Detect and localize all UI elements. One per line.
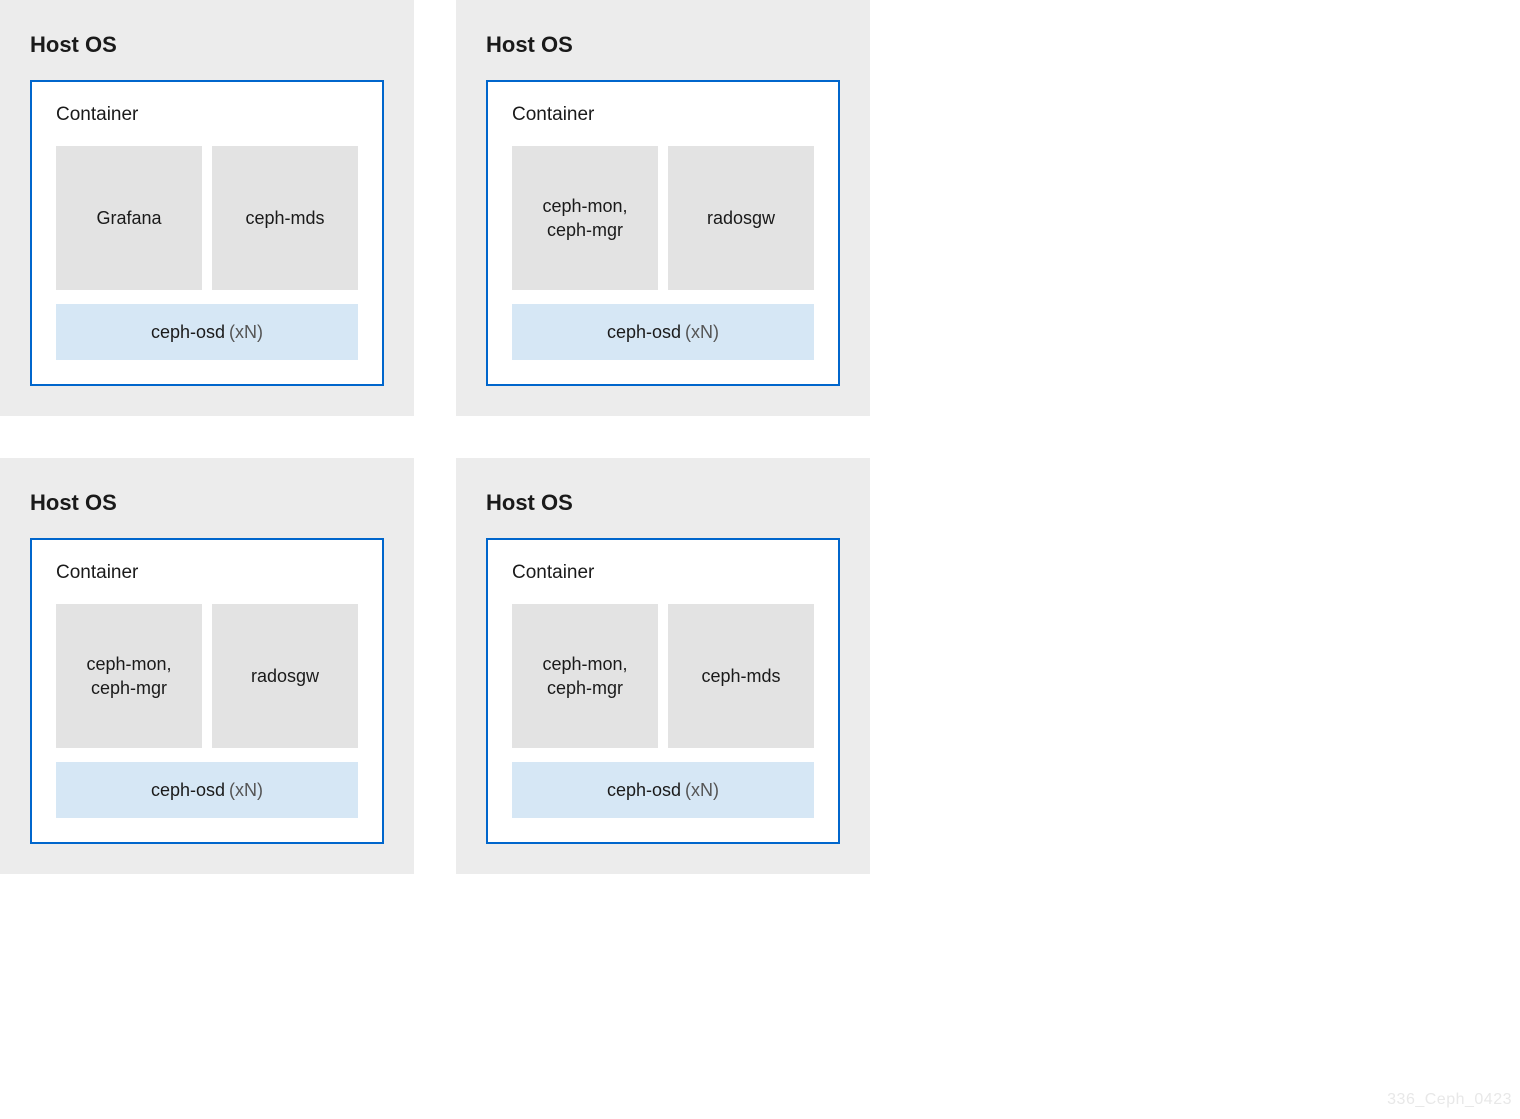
osd-label: ceph-osd bbox=[151, 780, 225, 801]
host-title: Host OS bbox=[30, 490, 384, 516]
container-box: Container ceph-mon,ceph-mgr radosgw ceph… bbox=[486, 80, 840, 386]
osd-label: ceph-osd bbox=[607, 780, 681, 801]
services-row: Grafana ceph-mds bbox=[56, 146, 358, 290]
service-box: ceph-mds bbox=[212, 146, 358, 290]
osd-label: ceph-osd bbox=[607, 322, 681, 343]
container-label: Container bbox=[512, 562, 814, 584]
osd-suffix: (xN) bbox=[229, 322, 263, 343]
services-row: ceph-mon,ceph-mgr radosgw bbox=[512, 146, 814, 290]
osd-suffix: (xN) bbox=[685, 780, 719, 801]
osd-suffix: (xN) bbox=[685, 322, 719, 343]
host-panel: Host OS Container ceph-mon,ceph-mgr rado… bbox=[456, 0, 870, 416]
host-title: Host OS bbox=[30, 32, 384, 58]
service-box: ceph-mon,ceph-mgr bbox=[56, 604, 202, 748]
osd-box: ceph-osd (xN) bbox=[512, 762, 814, 818]
osd-box: ceph-osd (xN) bbox=[56, 762, 358, 818]
watermark: 336_Ceph_0423 bbox=[1387, 1091, 1512, 1109]
osd-suffix: (xN) bbox=[229, 780, 263, 801]
service-box: ceph-mds bbox=[668, 604, 814, 748]
host-title: Host OS bbox=[486, 32, 840, 58]
host-panel: Host OS Container ceph-mon,ceph-mgr ceph… bbox=[456, 458, 870, 874]
service-box: ceph-mon,ceph-mgr bbox=[512, 146, 658, 290]
services-row: ceph-mon,ceph-mgr ceph-mds bbox=[512, 604, 814, 748]
container-box: Container Grafana ceph-mds ceph-osd (xN) bbox=[30, 80, 384, 386]
services-row: ceph-mon,ceph-mgr radosgw bbox=[56, 604, 358, 748]
container-label: Container bbox=[512, 104, 814, 126]
service-box: radosgw bbox=[212, 604, 358, 748]
service-box: ceph-mon,ceph-mgr bbox=[512, 604, 658, 748]
diagram-grid: Host OS Container Grafana ceph-mds ceph-… bbox=[0, 0, 870, 874]
service-box: radosgw bbox=[668, 146, 814, 290]
osd-box: ceph-osd (xN) bbox=[56, 304, 358, 360]
host-title: Host OS bbox=[486, 490, 840, 516]
osd-label: ceph-osd bbox=[151, 322, 225, 343]
host-panel: Host OS Container Grafana ceph-mds ceph-… bbox=[0, 0, 414, 416]
osd-box: ceph-osd (xN) bbox=[512, 304, 814, 360]
container-box: Container ceph-mon,ceph-mgr ceph-mds cep… bbox=[486, 538, 840, 844]
container-box: Container ceph-mon,ceph-mgr radosgw ceph… bbox=[30, 538, 384, 844]
container-label: Container bbox=[56, 562, 358, 584]
service-box: Grafana bbox=[56, 146, 202, 290]
host-panel: Host OS Container ceph-mon,ceph-mgr rado… bbox=[0, 458, 414, 874]
container-label: Container bbox=[56, 104, 358, 126]
